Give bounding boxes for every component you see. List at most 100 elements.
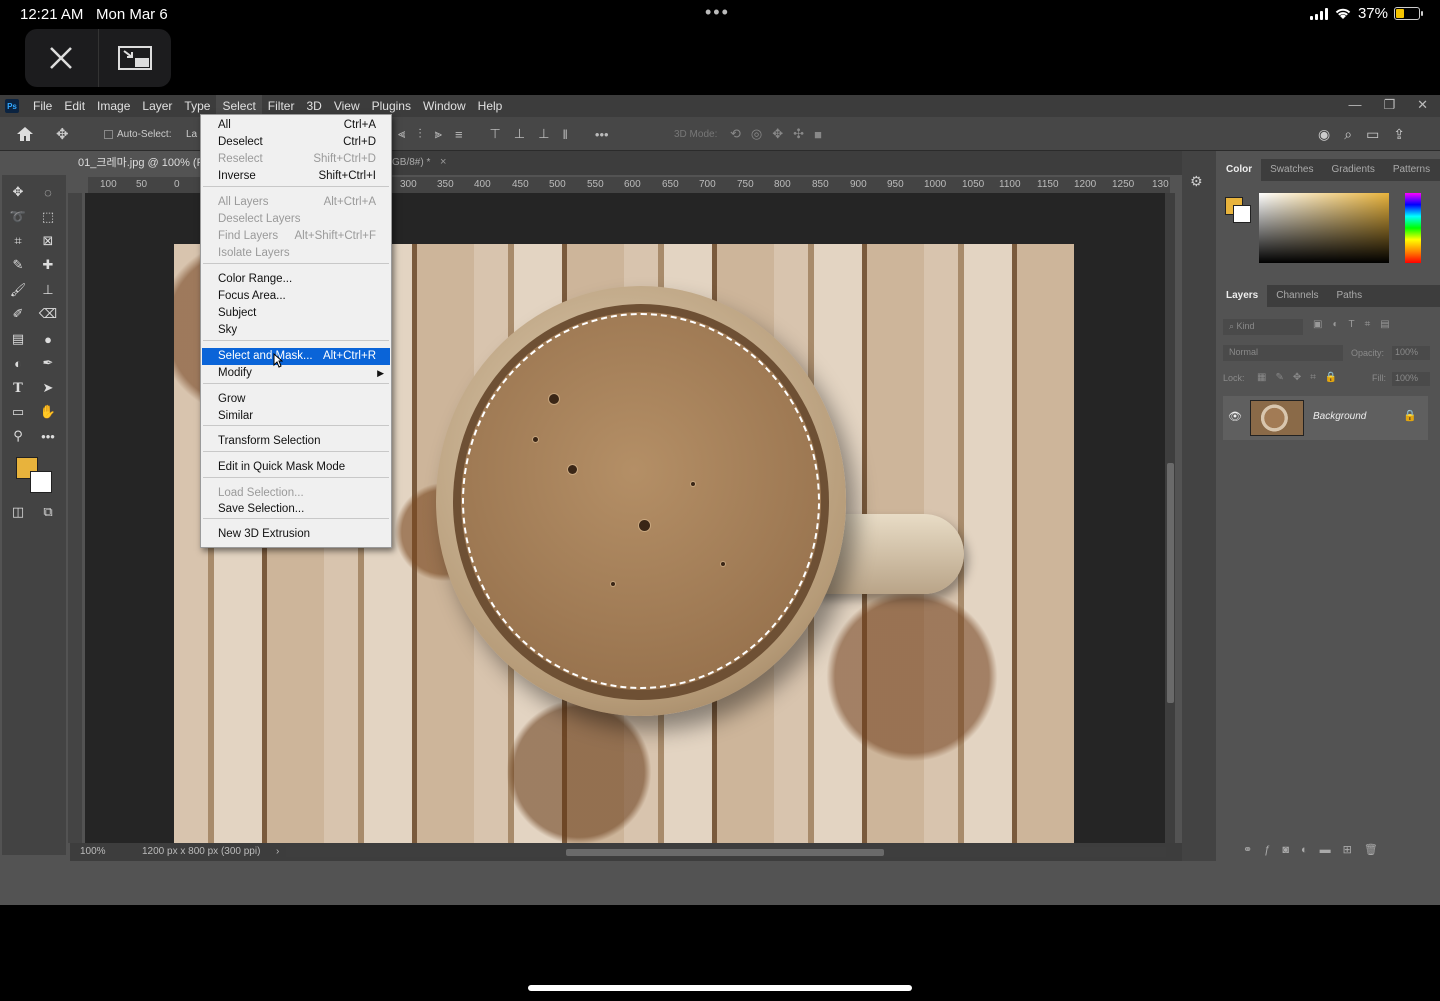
align-right-icon[interactable]: ⫸ <box>435 126 442 142</box>
brush-tool-icon[interactable]: 🖌 <box>6 279 30 301</box>
tab-patterns[interactable]: Patterns <box>1384 159 1439 181</box>
menu-item-sky[interactable]: Sky <box>202 322 390 339</box>
more-tools-icon[interactable]: ••• <box>36 425 60 447</box>
menu-item-new-3d-extrusion[interactable]: New 3D Extrusion <box>202 526 390 543</box>
menu-item-deselect-layers[interactable]: Deselect Layers <box>202 211 390 228</box>
3d-roll-icon[interactable]: ◎ <box>751 126 762 142</box>
move-tool-icon[interactable]: ✥ <box>56 117 69 151</box>
status-arrow-icon[interactable]: › <box>276 846 279 857</box>
menu-item-select-and-mask[interactable]: Select and Mask... Alt+Ctrl+R <box>202 348 390 365</box>
healing-brush-icon[interactable]: ✚ <box>36 254 60 276</box>
align-left-icon[interactable]: ⫷ <box>398 126 405 142</box>
color-picker-field[interactable] <box>1259 193 1389 263</box>
account-icon[interactable]: ◉ <box>1318 126 1330 143</box>
menu-item-load-selection[interactable]: Load Selection... <box>202 485 390 502</box>
menu-edit[interactable]: Edit <box>58 95 91 117</box>
quick-mask-icon[interactable]: ◫ <box>6 501 30 523</box>
eyedropper-icon[interactable]: ✎ <box>6 254 30 276</box>
align-bottom-icon[interactable]: ⊥ <box>538 126 549 142</box>
tab-swatches[interactable]: Swatches <box>1261 159 1322 181</box>
type-tool-icon[interactable]: T <box>6 377 30 399</box>
kind-filter[interactable]: ⌕ Kind <box>1223 319 1303 335</box>
menu-item-transform-selection[interactable]: Transform Selection <box>202 433 390 450</box>
blur-tool-icon[interactable]: ● <box>36 328 60 350</box>
frame-tool-icon[interactable]: ⊠ <box>36 230 60 252</box>
3d-orbit-icon[interactable]: ⟲ <box>730 126 741 142</box>
rectangle-tool-icon[interactable]: ▭ <box>6 401 30 423</box>
move-tool-icon[interactable]: ✥ <box>6 181 30 203</box>
tab-color[interactable]: Color <box>1217 159 1262 181</box>
align-top-icon[interactable]: ⊤ <box>490 126 501 142</box>
document-info[interactable]: 1200 px x 800 px (300 ppi) <box>142 846 260 857</box>
tab-channels[interactable]: Channels <box>1267 285 1327 307</box>
tab-paths[interactable]: Paths <box>1328 285 1372 307</box>
menu-item-isolate-layers[interactable]: Isolate Layers <box>202 245 390 262</box>
opacity-input[interactable]: 100% <box>1392 346 1430 360</box>
auto-select-target-dropdown[interactable]: La <box>186 117 197 151</box>
eraser-icon[interactable]: ⌫ <box>36 303 60 325</box>
hue-slider[interactable] <box>1405 193 1421 263</box>
menu-item-similar[interactable]: Similar <box>202 408 390 425</box>
menu-item-grow[interactable]: Grow <box>202 391 390 408</box>
fx-icon[interactable]: ƒ <box>1264 844 1282 856</box>
visibility-eye-icon[interactable]: 👁 <box>1228 410 1242 423</box>
multitasking-dots-icon[interactable]: ••• <box>705 2 730 23</box>
home-indicator[interactable] <box>528 985 912 991</box>
horizontal-scrollbar[interactable] <box>286 847 1166 857</box>
menu-image[interactable]: Image <box>91 95 136 117</box>
align-middle-icon[interactable]: ⊥ <box>514 126 525 142</box>
zoom-tool-icon[interactable]: ⚲ <box>6 425 30 447</box>
adjustment-layer-icon[interactable]: ◐ <box>1301 844 1320 856</box>
lock-icons[interactable]: ▦✎✥⌗🔒 <box>1257 372 1346 383</box>
history-brush-icon[interactable]: ✐ <box>6 303 30 325</box>
link-layers-icon[interactable]: ⚭ <box>1243 844 1264 856</box>
menu-item-subject[interactable]: Subject <box>202 305 390 322</box>
close-window-icon[interactable]: ✕ <box>1417 97 1428 113</box>
marquee-tool-icon[interactable]: ◌ <box>36 181 60 203</box>
clone-stamp-icon[interactable]: ⊥ <box>36 279 60 301</box>
menu-layer[interactable]: Layer <box>136 95 178 117</box>
zoom-level[interactable]: 100% <box>80 846 106 857</box>
3d-camera-icon[interactable]: ■ <box>814 127 822 142</box>
menu-item-color-range[interactable]: Color Range... <box>202 271 390 288</box>
lasso-tool-icon[interactable]: ➰ <box>6 206 30 228</box>
document-tab[interactable]: 01_크레마.jpg @ 100% (R <box>70 151 213 175</box>
layer-name[interactable]: Background <box>1313 411 1366 422</box>
close-session-button[interactable] <box>25 29 98 87</box>
menu-window[interactable]: Window <box>417 95 472 117</box>
new-layer-icon[interactable]: ⊞ <box>1343 844 1364 856</box>
search-icon[interactable]: ⌕ <box>1344 126 1352 143</box>
add-mask-icon[interactable]: ◙ <box>1282 844 1301 856</box>
close-tab-icon[interactable]: × <box>440 156 446 168</box>
menu-item-all-layers[interactable]: All Layers Alt+Ctrl+A <box>202 194 390 211</box>
menu-item-focus-area[interactable]: Focus Area... <box>202 288 390 305</box>
trash-icon[interactable]: 🗑 <box>1364 844 1390 856</box>
minimize-window-button[interactable] <box>99 29 172 87</box>
fill-input[interactable]: 100% <box>1392 372 1430 386</box>
share-icon[interactable]: ⇪ <box>1393 126 1405 143</box>
menu-item-all[interactable]: All Ctrl+A <box>202 117 390 134</box>
tab-layers[interactable]: Layers <box>1217 285 1268 307</box>
menu-item-deselect[interactable]: Deselect Ctrl+D <box>202 134 390 151</box>
3d-slide-icon[interactable]: ✣ <box>793 126 804 142</box>
background-swatch[interactable] <box>1233 205 1251 223</box>
auto-select-checkbox[interactable]: Auto-Select: <box>104 117 171 151</box>
minimize-icon[interactable]: — <box>1348 97 1361 113</box>
crop-tool-icon[interactable]: ⌗ <box>6 230 30 252</box>
background-color-swatch[interactable] <box>30 471 52 493</box>
path-select-icon[interactable]: ➤ <box>36 377 60 399</box>
screen-mode-icon[interactable]: ⧉ <box>36 501 60 523</box>
menu-item-modify[interactable]: Modify ▶ <box>202 365 390 382</box>
group-icon[interactable]: ▬ <box>1320 844 1343 856</box>
layer-filter-icons[interactable]: ▣◐T⌗▤ <box>1313 319 1400 330</box>
menu-item-find-layers[interactable]: Find Layers Alt+Shift+Ctrl+F <box>202 228 390 245</box>
scroll-thumb[interactable] <box>1167 463 1174 703</box>
menu-item-save-selection[interactable]: Save Selection... <box>202 501 390 518</box>
tab-gradients[interactable]: Gradients <box>1322 159 1383 181</box>
menu-file[interactable]: File <box>27 95 58 117</box>
align-center-icon[interactable]: ⫶ <box>418 126 421 142</box>
pen-tool-icon[interactable]: ✒ <box>36 352 60 374</box>
gradient-tool-icon[interactable]: ▤ <box>6 328 30 350</box>
3d-pan-icon[interactable]: ✥ <box>772 126 783 142</box>
scroll-thumb[interactable] <box>566 849 884 856</box>
